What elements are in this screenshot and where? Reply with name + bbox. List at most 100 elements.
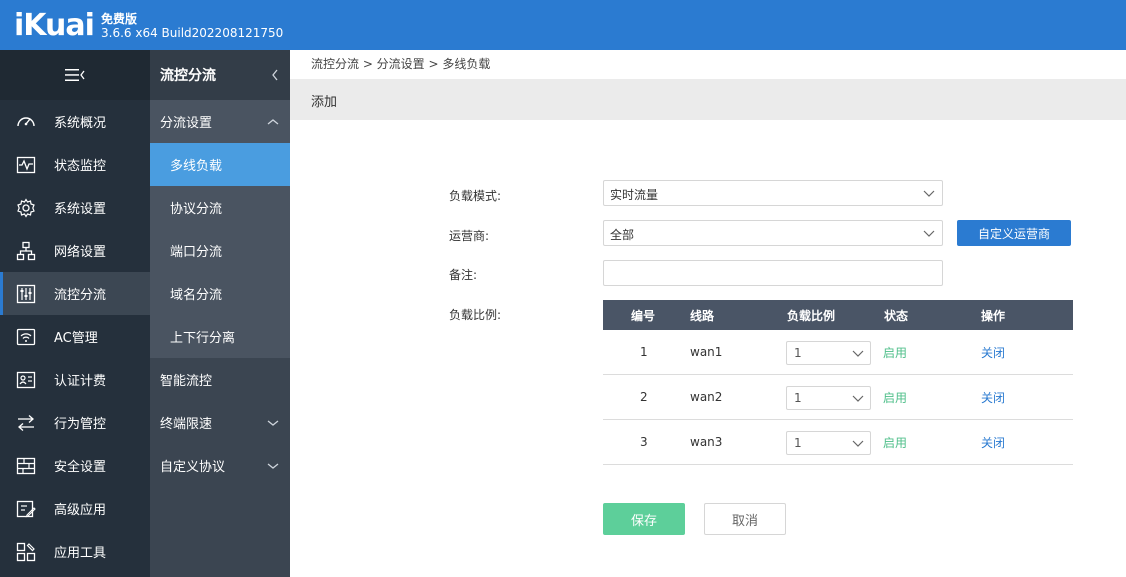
chevron-down-icon [852,350,864,357]
nav-item-ac-management[interactable]: AC管理 [0,315,150,358]
ratio-label: 负载比例: [449,308,502,322]
custom-isp-button[interactable]: 自定义运营商 [957,220,1071,246]
tools-icon [15,541,37,563]
edit-icon [15,498,37,520]
chevron-down-icon [267,419,279,426]
column-header-id: 编号 [631,308,656,323]
nav-item-auth-billing[interactable]: 认证计费 [0,358,150,401]
subnav-item-protocol-split[interactable]: 协议分流 [150,186,290,229]
monitor-icon [15,154,37,176]
wifi-icon [15,326,37,348]
status-badge: 启用 [883,345,908,360]
nav-item-network[interactable]: 网络设置 [0,229,150,272]
subnav-item-updown-split[interactable]: 上下行分离 [150,315,290,358]
menu-collapse-toggle[interactable] [0,50,150,100]
subnav-group-terminal-limit[interactable]: 终端限速 [150,401,290,444]
subnav-item-label: 多线负载 [170,159,223,174]
menu-collapse-icon [65,69,85,81]
table-row: 3 wan3 1 启用 关闭 [603,420,1073,465]
mode-label: 负载模式: [449,189,502,203]
nav-label: 认证计费 [54,374,107,389]
nav-label: 系统设置 [54,202,107,217]
chevron-down-icon [923,230,935,237]
ratio-select[interactable]: 1 [786,386,871,410]
remark-label: 备注: [449,268,478,282]
chevron-down-icon [267,462,279,469]
load-mode-select[interactable]: 实时流量 [603,180,943,206]
nav-item-tools[interactable]: 应用工具 [0,530,150,573]
row-line: wan3 [690,435,723,449]
subnav-item-label: 端口分流 [170,245,223,260]
subnav-item-label: 协议分流 [170,202,223,217]
subnav-group-label: 分流设置 [160,116,213,131]
column-header-line: 线路 [690,308,715,323]
row-id: 1 [640,345,648,359]
row-line: wan2 [690,390,723,404]
nav-label: 流控分流 [54,288,107,303]
subnav-item-port-split[interactable]: 端口分流 [150,229,290,272]
dashboard-icon [15,111,37,133]
table-row: 2 wan2 1 启用 关闭 [603,375,1073,420]
column-header-action: 操作 [981,308,1006,323]
ratio-value: 1 [794,346,802,360]
chevron-down-icon [923,190,935,197]
column-header-ratio: 负载比例 [787,308,836,323]
nav-label: 系统概况 [54,116,107,131]
row-line: wan1 [690,345,723,359]
page-title: 添加 [311,95,338,110]
nav-item-advanced[interactable]: 高级应用 [0,487,150,530]
subnav-group-label: 智能流控 [160,374,213,389]
firewall-icon [15,455,37,477]
nav-item-behavior-control[interactable]: 行为管控 [0,401,150,444]
column-header-status: 状态 [884,308,909,323]
subnav-group-smart-flow[interactable]: 智能流控 [150,358,290,401]
nav-item-security[interactable]: 安全设置 [0,444,150,487]
table-row: 1 wan1 1 启用 关闭 [603,330,1073,375]
secondary-sidebar: 流控分流 分流设置 多线负载 协议分流 端口分流 域名分流 上下行分离 智能流控… [150,50,290,577]
subnav-item-multiline-load[interactable]: 多线负载 [150,143,290,186]
subnav-item-label: 上下行分离 [170,331,236,346]
edition-label: 免费版 [101,12,138,26]
save-button[interactable]: 保存 [603,503,685,535]
ratio-select[interactable]: 1 [786,431,871,455]
nav-item-monitor[interactable]: 状态监控 [0,143,150,186]
subnav-item-domain-split[interactable]: 域名分流 [150,272,290,315]
subnav-group-custom-protocol[interactable]: 自定义协议 [150,444,290,487]
isp-value: 全部 [610,228,635,242]
arrows-icon [15,412,37,434]
nav-label: 安全设置 [54,460,107,475]
load-ratio-table: 编号 线路 负载比例 状态 操作 1 wan1 1 启用 关闭 2 wan2 1… [603,300,1073,465]
chevron-up-icon [267,118,279,125]
disable-link[interactable]: 关闭 [981,420,1005,464]
nav-label: 应用工具 [54,546,107,561]
disable-link[interactable]: 关闭 [981,330,1005,374]
ratio-select[interactable]: 1 [786,341,871,365]
nav-item-system-settings[interactable]: 系统设置 [0,186,150,229]
nav-label: 状态监控 [54,159,107,174]
isp-select[interactable]: 全部 [603,220,943,246]
remark-input[interactable] [603,260,943,286]
gear-icon [15,197,37,219]
subnav-item-label: 域名分流 [170,288,223,303]
isp-label: 运营商: [449,229,490,243]
cancel-button[interactable]: 取消 [704,503,786,535]
table-header: 编号 线路 负载比例 状态 操作 [603,300,1073,330]
ratio-value: 1 [794,436,802,450]
network-icon [15,240,37,262]
version-label: 3.6.6 x64 Build202208121750 [101,26,284,40]
nav-label: AC管理 [54,331,98,346]
id-card-icon [15,369,37,391]
chevron-down-icon [852,395,864,402]
subnav-group-split-settings[interactable]: 分流设置 [150,100,290,143]
breadcrumb: 流控分流 > 分流设置 > 多线负载 [311,57,491,71]
nav-item-overview[interactable]: 系统概况 [0,100,150,143]
disable-link[interactable]: 关闭 [981,375,1005,419]
nav-item-flow-control[interactable]: 流控分流 [0,272,150,315]
load-mode-value: 实时流量 [610,188,659,202]
page-title-bar: 添加 [290,79,1126,120]
ratio-value: 1 [794,391,802,405]
sliders-icon [15,283,37,305]
chevron-left-icon[interactable] [270,68,280,82]
subnav-title: 流控分流 [160,68,216,84]
subnav-group-label: 自定义协议 [160,460,226,475]
